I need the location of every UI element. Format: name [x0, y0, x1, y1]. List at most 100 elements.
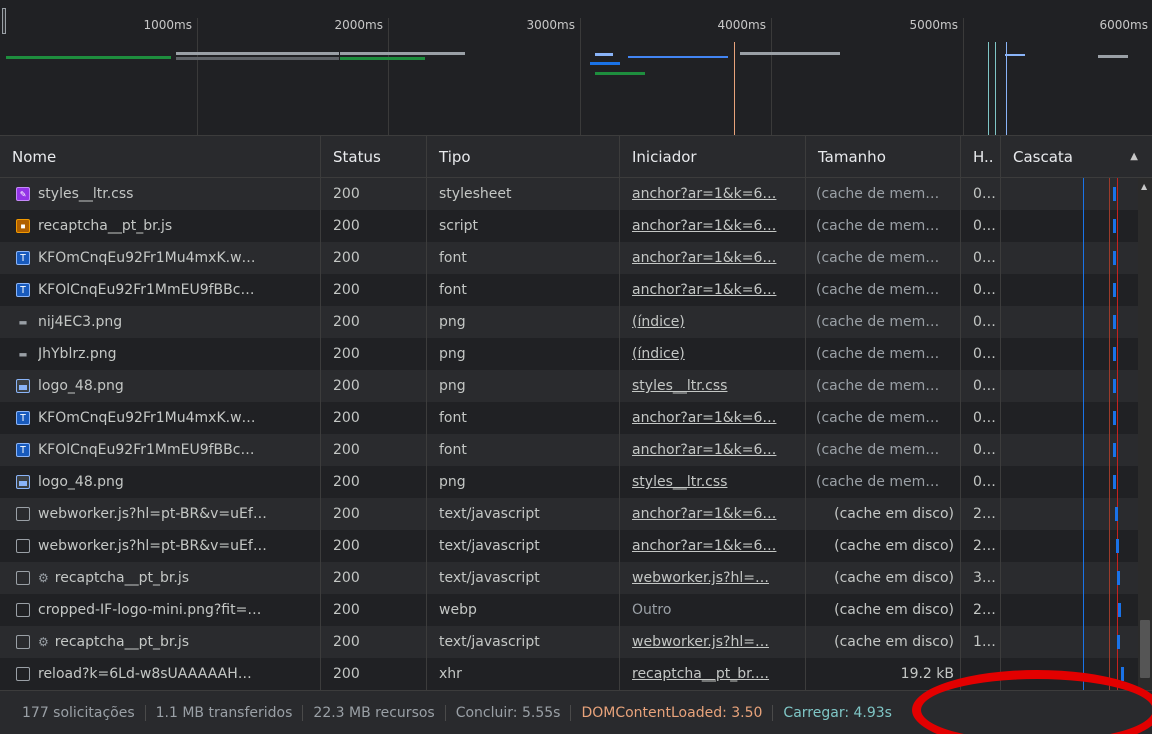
initiator-link[interactable]: anchor?ar=1&k=6…	[632, 218, 776, 234]
initiator-link[interactable]: (índice)	[632, 346, 685, 362]
request-row[interactable]: cropped-IF-logo-mini.png?fit=… 200 webp Out…	[0, 594, 1152, 626]
cell-size: (cache em disco)	[806, 594, 961, 626]
column-header-name[interactable]: Nome	[0, 136, 321, 178]
waterfall-bar	[1117, 635, 1120, 649]
cell-type: font	[427, 402, 620, 434]
waterfall-grid-line	[1083, 210, 1084, 242]
cell-name[interactable]: webworker.js?hl=pt-BR&v=uEf…	[0, 530, 321, 562]
request-row[interactable]: T KFOmCnqEu92Fr1Mu4mxK.w… 200 font anchor?ar…	[0, 242, 1152, 274]
column-header-status[interactable]: Status	[321, 136, 427, 178]
cell-waterfall	[1001, 178, 1152, 210]
request-row[interactable]: ▬ JhYblrz.png 200 png (índice) (cache de mem……	[0, 338, 1152, 370]
overview-range-handle[interactable]	[2, 8, 6, 34]
column-header-time[interactable]: H..	[961, 136, 1001, 178]
waterfall-bar	[1113, 379, 1116, 393]
cell-name[interactable]: ▬ nij4EC3.png	[0, 306, 321, 338]
request-row[interactable]: ⚙ recaptcha__pt_br.js 200 text/javascript we…	[0, 562, 1152, 594]
request-row[interactable]: reload?k=6Ld-w8sUAAAAAH… 200 xhr recaptcha_…	[0, 658, 1152, 690]
cell-size: (cache em disco)	[806, 626, 961, 658]
request-row[interactable]: logo_48.png 200 png styles__ltr.css (cache d…	[0, 466, 1152, 498]
tick-label: 4000ms	[717, 18, 766, 32]
cell-name[interactable]: ✎ styles__ltr.css	[0, 178, 321, 210]
cell-name[interactable]: T KFOlCnqEu92Fr1MmEU9fBBc…	[0, 274, 321, 306]
tick-label: 6000ms	[1099, 18, 1148, 32]
vertical-scrollbar[interactable]	[1138, 178, 1152, 690]
cell-initiator: anchor?ar=1&k=6…	[620, 178, 806, 210]
request-row[interactable]: ▪ recaptcha__pt_br.js 200 script anchor?ar=1…	[0, 210, 1152, 242]
request-count: 177 solicitações	[12, 704, 146, 721]
dom-content-loaded-line	[1109, 658, 1110, 690]
cell-name[interactable]: ▪ recaptcha__pt_br.js	[0, 210, 321, 242]
script-file-icon: ▪	[16, 219, 30, 233]
scrollbar-thumb[interactable]	[1140, 620, 1150, 678]
network-overview-timeline[interactable]: 1000ms 2000ms 3000ms 4000ms 5000ms 6000m…	[0, 0, 1152, 136]
cell-name[interactable]: reload?k=6Ld-w8sUAAAAAH…	[0, 658, 321, 690]
cell-name[interactable]: logo_48.png	[0, 466, 321, 498]
cell-size: (cache de mem…	[806, 210, 961, 242]
tick-label: 1000ms	[143, 18, 192, 32]
cell-name[interactable]: cropped-IF-logo-mini.png?fit=…	[0, 594, 321, 626]
cell-status: 200	[321, 338, 427, 370]
request-row[interactable]: T KFOlCnqEu92Fr1MmEU9fBBc… 200 font anchor?a…	[0, 434, 1152, 466]
cell-waterfall	[1001, 242, 1152, 274]
request-row[interactable]: ▬ nij4EC3.png 200 png (índice) (cache de mem……	[0, 306, 1152, 338]
initiator-link[interactable]: webworker.js?hl=…	[632, 634, 769, 650]
request-name: webworker.js?hl=pt-BR&v=uEf…	[38, 506, 267, 522]
column-header-waterfall[interactable]: Cascata ▲	[1001, 136, 1152, 178]
cell-name[interactable]: ⚙ recaptcha__pt_br.js	[0, 626, 321, 658]
cell-time: 0…	[961, 402, 1001, 434]
initiator-link[interactable]: anchor?ar=1&k=6…	[632, 506, 776, 522]
waterfall-header-label: Cascata	[1013, 148, 1073, 166]
request-row[interactable]: T KFOlCnqEu92Fr1MmEU9fBBc… 200 font anchor?a…	[0, 274, 1152, 306]
scroll-up-arrow-icon[interactable]: ▲	[1141, 182, 1149, 191]
cell-name[interactable]: logo_48.png	[0, 370, 321, 402]
font-file-icon: T	[16, 411, 30, 425]
initiator-link[interactable]: anchor?ar=1&k=6…	[632, 250, 776, 266]
initiator-link[interactable]: recaptcha__pt_br.…	[632, 666, 769, 682]
cell-name[interactable]: ▬ JhYblrz.png	[0, 338, 321, 370]
request-name: KFOlCnqEu92Fr1MmEU9fBBc…	[38, 442, 255, 458]
waterfall-bar	[1117, 571, 1120, 585]
waterfall-grid-line	[1083, 658, 1084, 690]
dom-content-loaded-line	[1109, 434, 1110, 466]
request-row[interactable]: ✎ styles__ltr.css 200 stylesheet anchor?ar=1…	[0, 178, 1152, 210]
cell-name[interactable]: T KFOmCnqEu92Fr1Mu4mxK.w…	[0, 242, 321, 274]
service-worker-gear-icon: ⚙	[38, 635, 49, 649]
cell-waterfall	[1001, 562, 1152, 594]
cell-status: 200	[321, 402, 427, 434]
initiator-link[interactable]: anchor?ar=1&k=6…	[632, 410, 776, 426]
request-row[interactable]: webworker.js?hl=pt-BR&v=uEf… 200 text/java…	[0, 530, 1152, 562]
waterfall-bar	[1116, 539, 1119, 553]
cell-name[interactable]: T KFOlCnqEu92Fr1MmEU9fBBc…	[0, 434, 321, 466]
initiator-link[interactable]: styles__ltr.css	[632, 378, 727, 394]
initiator-link[interactable]: anchor?ar=1&k=6…	[632, 186, 776, 202]
dom-content-loaded-line	[1109, 178, 1110, 210]
load-line	[1117, 466, 1118, 498]
document-file-icon	[16, 571, 30, 585]
cell-status: 200	[321, 306, 427, 338]
initiator-link[interactable]: styles__ltr.css	[632, 474, 727, 490]
column-header-initiator[interactable]: Iniciador	[620, 136, 806, 178]
request-row[interactable]: ⚙ recaptcha__pt_br.js 200 text/javascript we…	[0, 626, 1152, 658]
column-header-size[interactable]: Tamanho	[806, 136, 961, 178]
column-header-type[interactable]: Tipo	[427, 136, 620, 178]
cell-name[interactable]: ⚙ recaptcha__pt_br.js	[0, 562, 321, 594]
cell-size: (cache de mem…	[806, 274, 961, 306]
cell-name[interactable]: T KFOmCnqEu92Fr1Mu4mxK.w…	[0, 402, 321, 434]
initiator-link[interactable]: (índice)	[632, 314, 685, 330]
dom-content-loaded-line	[1109, 402, 1110, 434]
request-row[interactable]: logo_48.png 200 png styles__ltr.css (cache d…	[0, 370, 1152, 402]
initiator-link[interactable]: anchor?ar=1&k=6…	[632, 538, 776, 554]
request-row[interactable]: webworker.js?hl=pt-BR&v=uEf… 200 text/java…	[0, 498, 1152, 530]
request-row[interactable]: T KFOmCnqEu92Fr1Mu4mxK.w… 200 font anchor?ar…	[0, 402, 1152, 434]
load-marker	[995, 42, 996, 135]
document-file-icon	[16, 667, 30, 681]
waterfall-grid-line	[1083, 370, 1084, 402]
initiator-link[interactable]: anchor?ar=1&k=6…	[632, 442, 776, 458]
initiator-link[interactable]: anchor?ar=1&k=6…	[632, 282, 776, 298]
cell-name[interactable]: webworker.js?hl=pt-BR&v=uEf…	[0, 498, 321, 530]
cell-size: (cache de mem…	[806, 306, 961, 338]
cell-waterfall	[1001, 434, 1152, 466]
request-name: nij4EC3.png	[38, 314, 123, 330]
initiator-link[interactable]: webworker.js?hl=…	[632, 570, 769, 586]
